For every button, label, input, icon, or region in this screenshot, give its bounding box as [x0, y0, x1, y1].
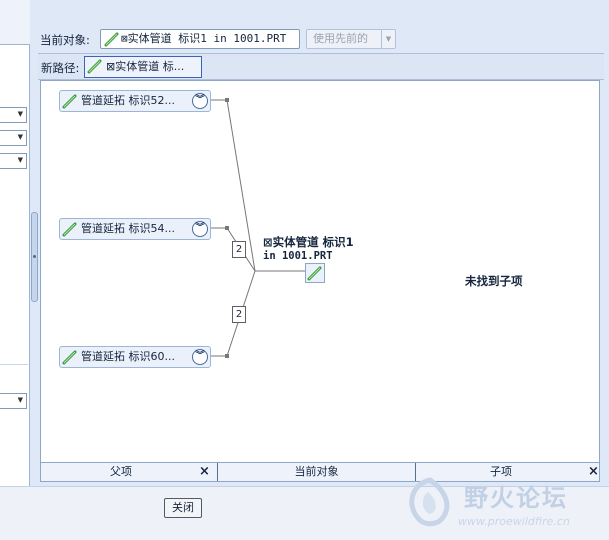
parent-node-3[interactable]: 管道延拓 标识60... ︾ [59, 346, 211, 368]
use-previous-label: 使用先前的 [313, 32, 368, 45]
current-object-node[interactable] [305, 263, 325, 283]
pencil-feature-icon [62, 94, 77, 109]
left-divider [0, 364, 28, 365]
left-dropdown-2[interactable] [0, 130, 27, 146]
panel-splitter[interactable] [31, 212, 38, 302]
graph-canvas: 管道延拓 标识52... ︾ 管道延拓 标识54... ︾ 管道延拓 标识60.… [40, 80, 600, 463]
pencil-feature-icon [62, 222, 77, 237]
parent-node-label: 管道延拓 标识54... [81, 222, 175, 235]
left-panel [0, 0, 30, 540]
current-node-title: ⊠实体管道 标识1 [263, 235, 354, 249]
current-object-toolbar: 当前对象: ⊠实体管道 标识1 in 1001.PRT 使用先前的 ▼ [40, 28, 600, 50]
watermark-title: 野火论坛 [464, 484, 568, 512]
parent-node-label: 管道延拓 标识52... [81, 94, 175, 107]
pencil-feature-icon [62, 350, 77, 365]
double-chevron-down-icon[interactable]: ︾ [192, 93, 208, 109]
current-object-label: 当前对象: [40, 33, 90, 47]
current-object-value: ⊠实体管道 标识1 in 1001.PRT [121, 32, 287, 45]
forum-watermark: 野火论坛 www.proewildfire.cn [396, 470, 606, 538]
current-node-subtitle: in 1001.PRT [263, 250, 333, 262]
column-current-label: 当前对象 [294, 465, 339, 478]
watermark-url: www.proewildfire.cn [458, 515, 570, 528]
flame-logo-icon [409, 477, 450, 527]
left-dropdown-4[interactable] [0, 393, 27, 409]
pencil-feature-icon [104, 32, 119, 47]
double-chevron-down-icon[interactable]: ︾ [192, 221, 208, 237]
chevron-down-icon: ▼ [381, 30, 395, 48]
use-previous-dropdown[interactable]: 使用先前的 ▼ [306, 29, 396, 49]
pencil-feature-icon [87, 59, 102, 74]
left-dropdown-1[interactable] [0, 107, 27, 123]
column-parents-label: 父项 [110, 465, 132, 478]
current-object-node-label: ⊠实体管道 标识1 in 1001.PRT [263, 235, 354, 263]
left-dropdown-3[interactable] [0, 153, 27, 169]
path-item-current[interactable]: ⊠实体管道 标... [84, 56, 202, 78]
close-icon[interactable]: × [199, 464, 210, 480]
path-item-label: ⊠实体管道 标... [106, 60, 185, 73]
parent-node-2[interactable]: 管道延拓 标识54... ︾ [59, 218, 211, 240]
connector-count-badge: 2 [232, 241, 246, 258]
double-chevron-down-icon[interactable]: ︾ [192, 349, 208, 365]
no-children-message: 未找到子项 [465, 274, 523, 288]
path-bar: 新路径: ⊠实体管道 标... [38, 53, 604, 80]
current-object-field[interactable]: ⊠实体管道 标识1 in 1001.PRT [100, 29, 300, 49]
pencil-feature-icon [307, 266, 322, 281]
parent-node-label: 管道延拓 标识60... [81, 350, 175, 363]
path-label: 新路径: [41, 61, 80, 75]
parent-node-1[interactable]: 管道延拓 标识52... ︾ [59, 90, 211, 112]
connector-count-badge: 2 [232, 306, 246, 323]
close-button[interactable]: 关闭 [164, 498, 202, 518]
